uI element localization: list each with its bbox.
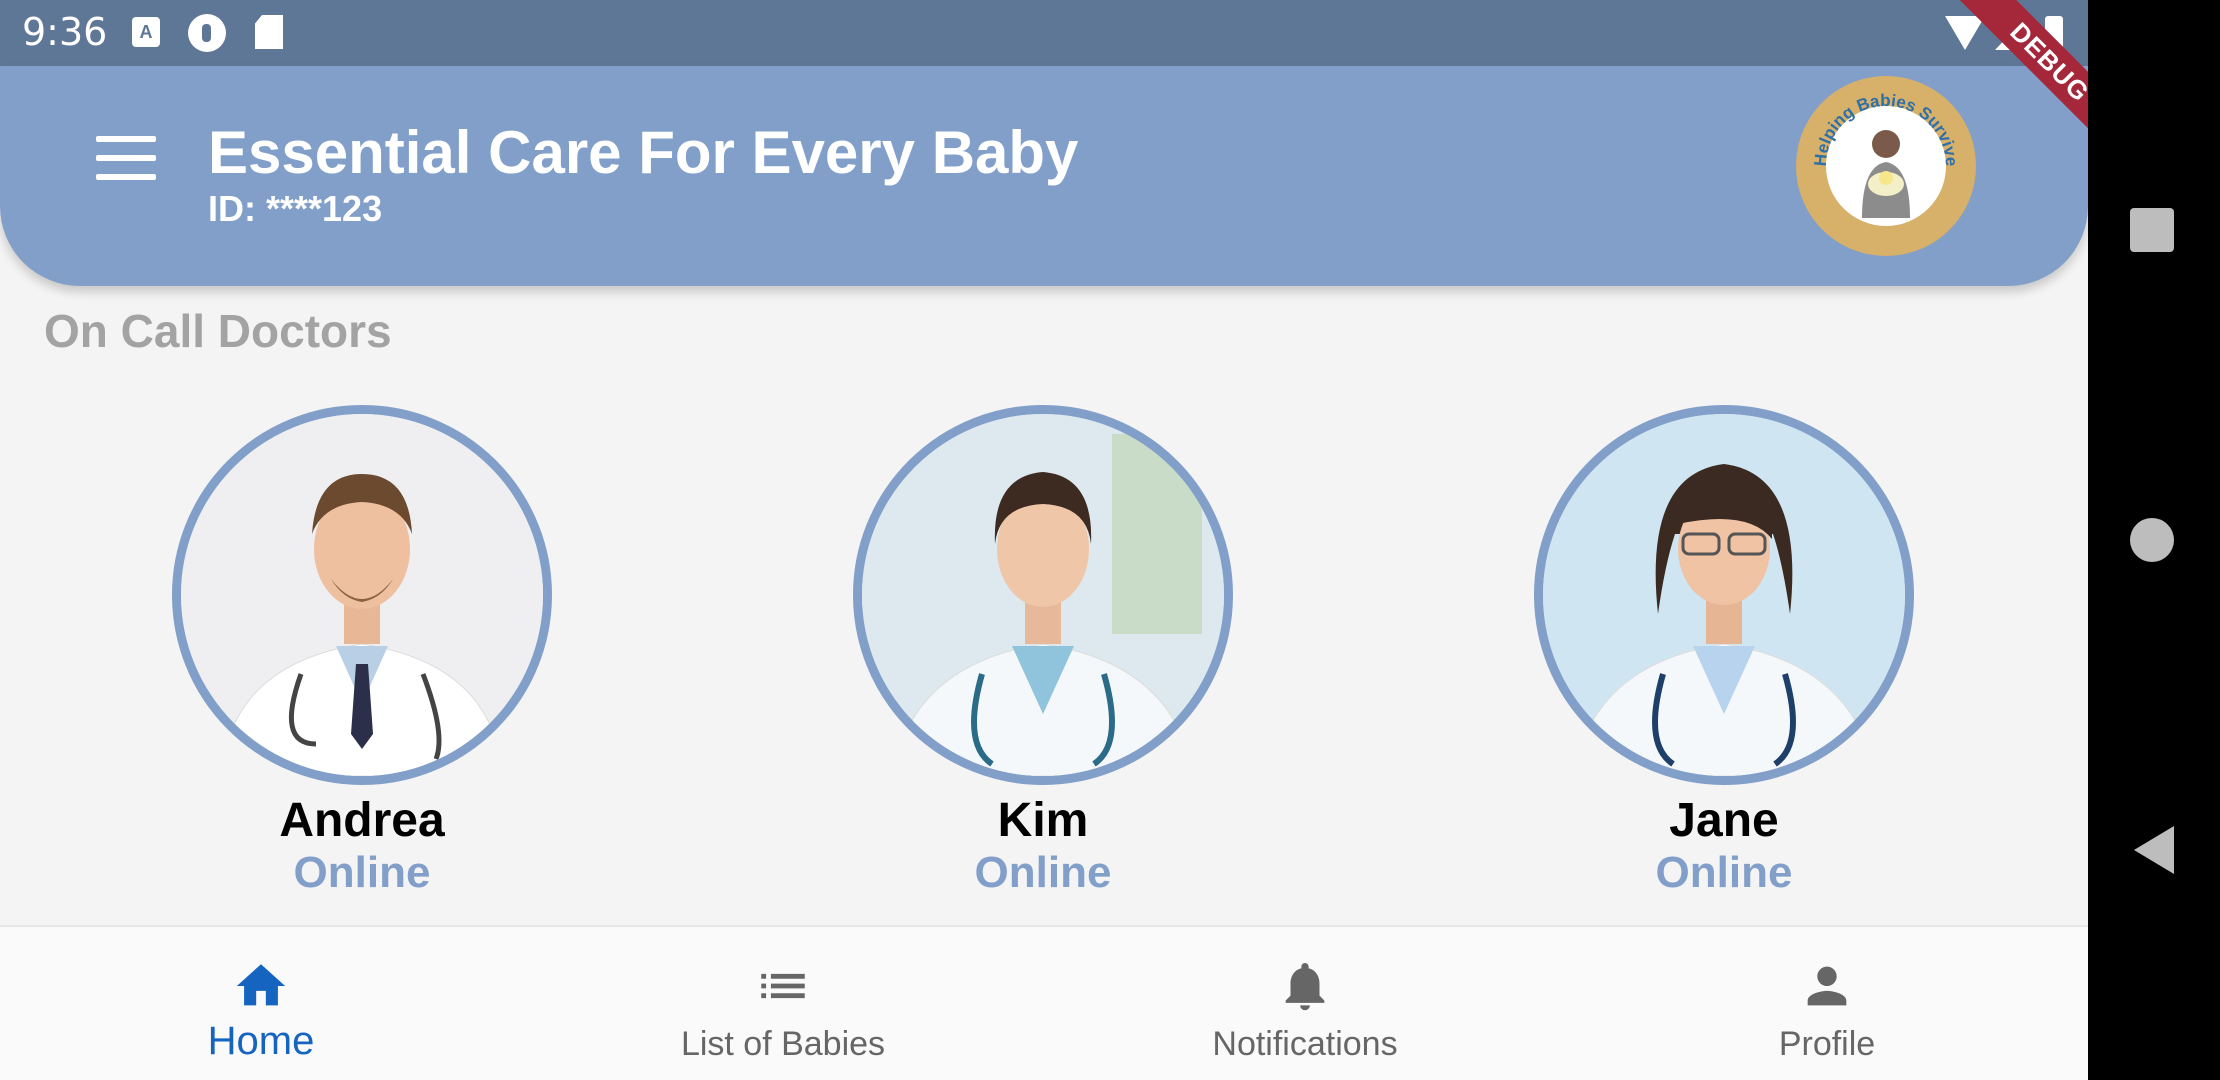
nav-notifications[interactable]: Notifications	[1044, 927, 1566, 1080]
doctor-avatar	[1534, 405, 1914, 785]
sd-card-icon	[255, 15, 283, 49]
nav-label: Home	[207, 1019, 315, 1063]
status-time: 9:36	[22, 10, 108, 54]
app-screen: 9:36 A Essential Care For Every Baby ID:…	[0, 0, 2088, 1080]
nav-label: List of Babies	[680, 1025, 886, 1063]
bell-icon	[1285, 963, 1325, 1011]
home-icon	[236, 964, 286, 1006]
doctor-avatar	[172, 405, 552, 785]
back-triangle-icon[interactable]	[2134, 826, 2174, 874]
doctor-status: Online	[1655, 848, 1793, 897]
person-icon	[1807, 966, 1847, 1006]
debug-banner: DEBUG	[1930, 0, 2088, 160]
app-title: Essential Care For Every Baby	[208, 119, 1079, 186]
recents-square-icon[interactable]	[2130, 208, 2174, 252]
doctor-name: Kim	[997, 794, 1089, 847]
user-id: ID: ****123	[208, 188, 383, 229]
home-circle-icon[interactable]	[2130, 518, 2174, 562]
doctor-card-kim[interactable]: Kim Online	[853, 405, 1233, 898]
list-icon	[761, 973, 805, 999]
doctor-card-andrea[interactable]: Andrea Online	[172, 405, 552, 898]
nav-profile[interactable]: Profile	[1566, 927, 2088, 1080]
status-bar: 9:36 A	[0, 0, 2088, 66]
app-header: Essential Care For Every Baby ID: ****12…	[0, 66, 2088, 286]
doctor-name: Jane	[1669, 794, 1779, 847]
nav-list-of-babies[interactable]: List of Babies	[522, 927, 1044, 1080]
doctor-card-jane[interactable]: Jane Online	[1534, 405, 1914, 898]
doctor-avatar	[853, 405, 1233, 785]
bottom-navigation: Home List of Babies Notifications Profil…	[0, 925, 2088, 1080]
system-navigation-bar	[2088, 0, 2220, 1080]
nav-home[interactable]: Home	[0, 927, 522, 1080]
doctor-status: Online	[293, 848, 431, 897]
a-notification-icon: A	[132, 17, 160, 47]
debug-label: DEBUG	[1943, 0, 2088, 160]
nav-label: Notifications	[1212, 1025, 1398, 1063]
menu-icon[interactable]	[96, 136, 156, 180]
doctor-status: Online	[974, 848, 1112, 897]
doctor-name: Andrea	[279, 794, 445, 847]
app-notification-icon	[188, 14, 226, 52]
nav-label: Profile	[1778, 1025, 1876, 1063]
section-title: On Call Doctors	[44, 305, 392, 357]
